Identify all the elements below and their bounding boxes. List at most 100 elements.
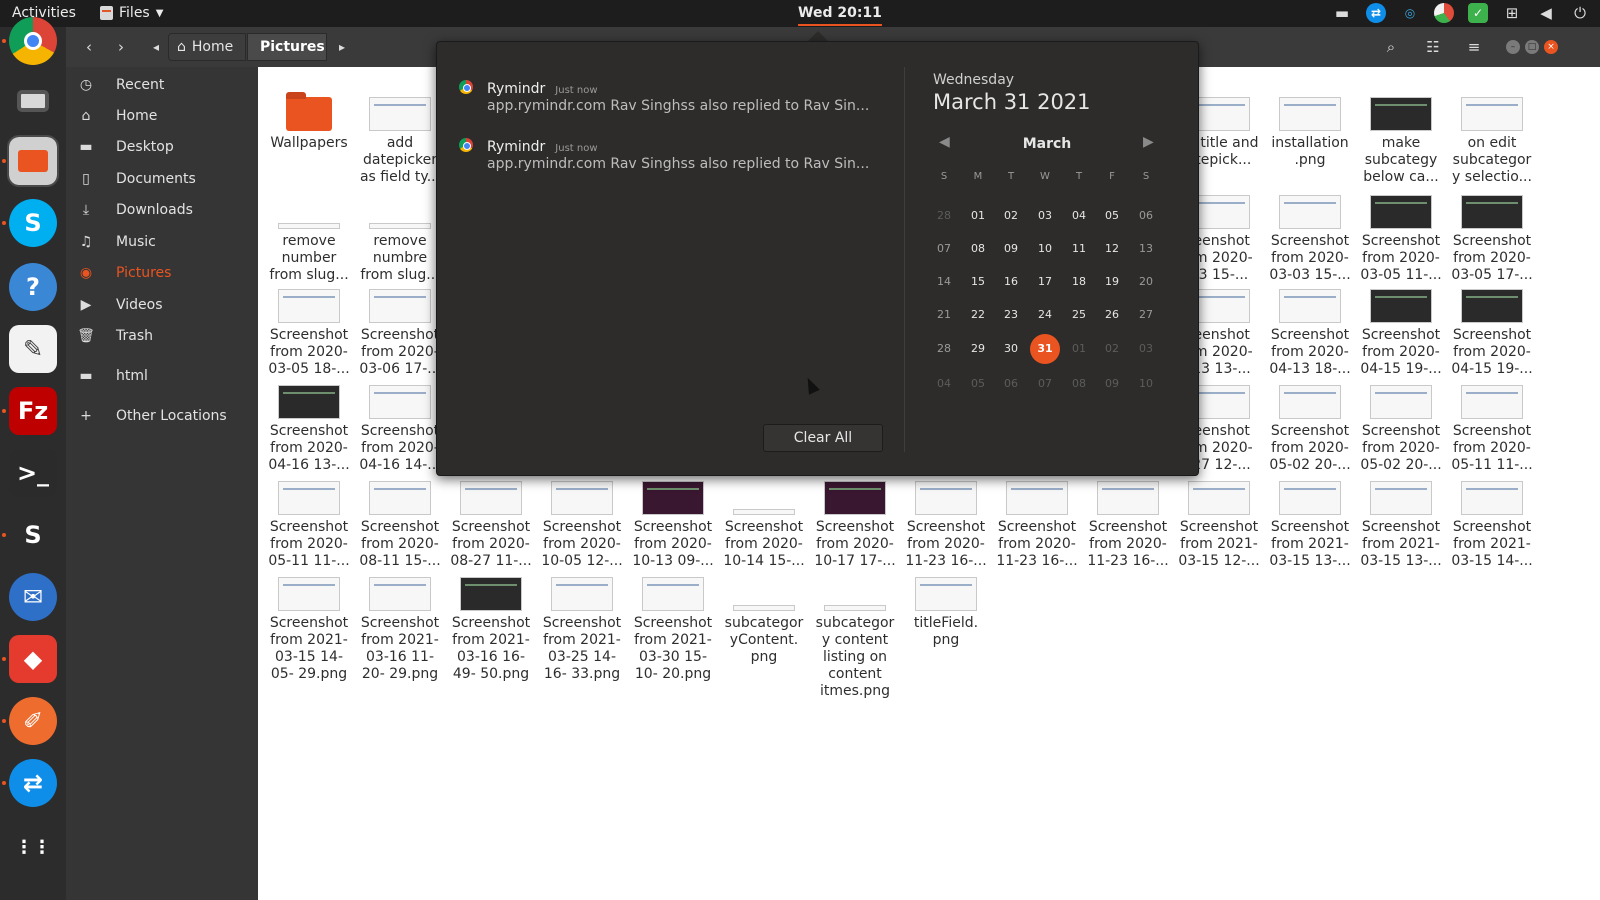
file-item[interactable]: Screenshot from 2021- 03-15 13-...	[1358, 481, 1444, 570]
calendar-next-button[interactable]: ▶	[1143, 134, 1154, 150]
anydesk-icon[interactable]: ◆	[9, 635, 57, 683]
file-item[interactable]: make subcategy below ca...	[1358, 97, 1444, 186]
calendar-day[interactable]: 21	[929, 300, 959, 330]
calendar-day[interactable]: 05	[963, 369, 993, 399]
file-item[interactable]: Screenshot from 2020- 04-16 13-...	[266, 385, 352, 474]
notification-item[interactable]: Rymindr Just now app.rymindr.com Rav Singh…	[459, 136, 887, 172]
thunderbird-icon[interactable]: ✉	[9, 573, 57, 621]
file-item[interactable]: subcategor yContent. png	[721, 577, 807, 666]
teamviewer-icon[interactable]: ⇄	[1366, 3, 1386, 23]
file-item[interactable]: Screenshot from 2020- 10-05 12-...	[539, 481, 625, 570]
calendar-day[interactable]: 02	[1097, 334, 1127, 364]
file-item[interactable]: Screenshot from 2020- 04-15 19-...	[1449, 289, 1535, 378]
file-item[interactable]: Screenshot from 2020- 03-05 11-...	[1358, 195, 1444, 284]
calendar-day[interactable]: 04	[1064, 201, 1094, 231]
file-item[interactable]: Screenshot from 2020- 11-23 16-...	[994, 481, 1080, 570]
sidebar-item-pictures[interactable]: ◉ Pictures	[66, 259, 258, 287]
terminal-icon[interactable]: >_	[9, 449, 57, 497]
calendar-day[interactable]: 10	[1131, 369, 1161, 399]
file-item[interactable]: Screenshot from 2020- 10-13 09-...	[630, 481, 716, 570]
file-item[interactable]: remove number from slug...	[266, 195, 352, 284]
calendar-day[interactable]: 30	[996, 334, 1026, 364]
sidebar-item-trash[interactable]: 🗑 Trash	[66, 322, 258, 350]
path-left-button[interactable]: ◂	[146, 33, 166, 61]
file-item[interactable]: Screenshot from 2020- 11-23 16-...	[1085, 481, 1171, 570]
file-item[interactable]: Screenshot from 2021- 03-15 13-...	[1267, 481, 1353, 570]
search-button[interactable]: ⌕	[1376, 33, 1406, 61]
maximize-button[interactable]: □	[1525, 40, 1539, 54]
file-item[interactable]: Screenshot from 2021- 03-16 11-20- 29.pn…	[357, 577, 443, 683]
calendar-day[interactable]: 06	[996, 369, 1026, 399]
calendar-day[interactable]: 11	[1064, 234, 1094, 264]
teamviewer-dock-icon[interactable]: ⇄	[9, 759, 57, 807]
calendar-day[interactable]: 08	[1064, 369, 1094, 399]
calendar-day[interactable]: 03	[1131, 334, 1161, 364]
file-item[interactable]: subcategor y content listing on content …	[812, 577, 898, 700]
calendar-day[interactable]: 02	[996, 201, 1026, 231]
postman-icon[interactable]: ✐	[9, 697, 57, 745]
app-grid-icon[interactable]: ⋮⋮	[9, 823, 57, 871]
sidebar-item-desktop[interactable]: ▬ Desktop	[66, 133, 258, 161]
calendar-day[interactable]: 15	[963, 267, 993, 297]
file-item[interactable]: Screenshot from 2020- 04-13 18-...	[1267, 289, 1353, 378]
calendar-day[interactable]: 07	[929, 234, 959, 264]
calendar-day[interactable]: 12	[1097, 234, 1127, 264]
power-icon[interactable]: ⏻	[1570, 3, 1590, 23]
path-right-button[interactable]: ▸	[332, 33, 352, 61]
clock-button[interactable]: Wed 20:11	[798, 5, 882, 26]
close-button[interactable]: ×	[1544, 40, 1558, 54]
file-item[interactable]: Screenshot from 2021- 03-30 15-10- 20.pn…	[630, 577, 716, 683]
notification-item[interactable]: Rymindr Just now app.rymindr.com Rav Singh…	[459, 78, 887, 114]
calendar-day[interactable]: 25	[1064, 300, 1094, 330]
file-item[interactable]: installation .png	[1267, 97, 1353, 169]
help-icon[interactable]: ?	[9, 263, 57, 311]
calendar-day[interactable]: 19	[1097, 267, 1127, 297]
folder-item[interactable]: Wallpapers	[266, 92, 352, 152]
calendar-day[interactable]: 16	[996, 267, 1026, 297]
file-item[interactable]: Screenshot from 2020- 08-11 15-...	[357, 481, 443, 570]
calendar-day[interactable]: 04	[929, 369, 959, 399]
file-item[interactable]: Screenshot from 2020- 11-23 16-...	[903, 481, 989, 570]
calendar-day[interactable]: 08	[963, 234, 993, 264]
file-item[interactable]: titleField. png	[903, 577, 989, 649]
calendar-day[interactable]: 05	[1097, 201, 1127, 231]
file-item[interactable]: Screenshot from 2020- 05-02 20-...	[1267, 385, 1353, 474]
text-editor-icon[interactable]: ✎	[9, 325, 57, 373]
calendar-day[interactable]: 03	[1030, 201, 1060, 231]
sublime-icon[interactable]: S	[9, 511, 57, 559]
file-item[interactable]: Screenshot from 2021- 03-15 12-...	[1176, 481, 1262, 570]
file-item[interactable]: remove numbre from slug...	[357, 195, 443, 284]
pie-chart-icon[interactable]	[1434, 3, 1454, 23]
network-icon[interactable]: ⊞	[1502, 3, 1522, 23]
volume-icon[interactable]: ◀	[1536, 3, 1556, 23]
filezilla-icon[interactable]: Fz	[9, 387, 57, 435]
sidebar-item-home[interactable]: ⌂ Home	[66, 102, 258, 130]
file-item[interactable]: Screenshot from 2020- 03-05 17-...	[1449, 195, 1535, 284]
file-item[interactable]: Screenshot from 2020- 03-05 18-...	[266, 289, 352, 378]
calendar-day[interactable]: 22	[963, 300, 993, 330]
breadcrumb-current[interactable]: Pictures	[247, 33, 327, 61]
sidebar-item-music[interactable]: ♫ Music	[66, 228, 258, 256]
skype-icon[interactable]: S	[9, 199, 57, 247]
calendar-day[interactable]: 09	[1097, 369, 1127, 399]
calendar-day[interactable]: 10	[1030, 234, 1060, 264]
file-item[interactable]: Screenshot from 2020- 03-03 15-...	[1267, 195, 1353, 284]
file-item[interactable]: Screenshot from 2021- 03-25 14-16- 33.pn…	[539, 577, 625, 683]
sidebar-item-downloads[interactable]: ⤓ Downloads	[66, 196, 258, 224]
calendar-day[interactable]: 06	[1131, 201, 1161, 231]
calendar-day[interactable]: 24	[1030, 300, 1060, 330]
calendar-day[interactable]: 14	[929, 267, 959, 297]
calendar-day[interactable]: 28	[929, 334, 959, 364]
calendar-day[interactable]: 31	[1030, 334, 1060, 364]
clear-all-button[interactable]: Clear All	[763, 424, 883, 452]
calendar-day[interactable]: 28	[929, 201, 959, 231]
calendar-day[interactable]: 23	[996, 300, 1026, 330]
wifi-signal-icon[interactable]: ◎	[1400, 3, 1420, 23]
minimize-button[interactable]: –	[1506, 40, 1520, 54]
calendar-day[interactable]: 07	[1030, 369, 1060, 399]
calendar-day[interactable]: 18	[1064, 267, 1094, 297]
app-menu[interactable]: Files ▼	[100, 5, 163, 21]
sidebar-item-videos[interactable]: ▶ Videos	[66, 291, 258, 319]
calendar-prev-button[interactable]: ◀	[939, 134, 950, 150]
forward-button[interactable]: ›	[106, 33, 136, 61]
